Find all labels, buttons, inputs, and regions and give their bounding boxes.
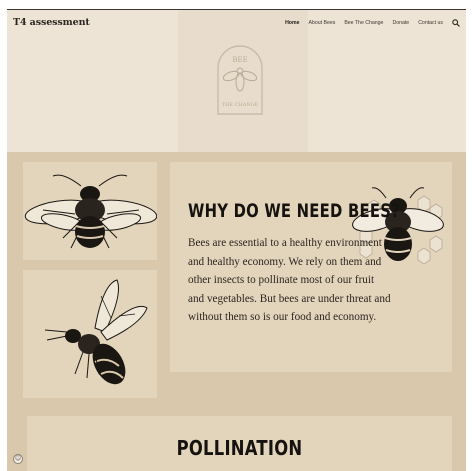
page-frame: BEE THE CHANGE T4 assessment Home About … xyxy=(7,9,466,471)
nav-home[interactable]: Home xyxy=(285,20,299,26)
nav-bee-the-change[interactable]: Bee The Change xyxy=(344,20,383,26)
why-bees-paragraph: Bees are essential to a healthy environm… xyxy=(188,237,391,324)
bumblebee-illustration xyxy=(24,174,157,249)
logo-bottom-text: THE CHANGE xyxy=(222,102,259,108)
nav-contact-us[interactable]: Contact us xyxy=(418,20,443,26)
main-section: WHY DO WE NEED BEES? Bees are essential … xyxy=(7,152,466,471)
pollination-heading: POLLINATION xyxy=(176,436,303,460)
bee-the-change-logo: BEE THE CHANGE xyxy=(210,40,270,115)
logo-top-text: BEE xyxy=(232,56,247,64)
pollination-section: POLLINATION xyxy=(27,416,452,471)
bee-illustration-card-1 xyxy=(23,162,157,260)
site-badge-icon[interactable]: ☺ xyxy=(13,454,23,464)
site-brand[interactable]: T4 assessment xyxy=(13,17,90,28)
site-header: T4 assessment Home About Bees Bee The Ch… xyxy=(7,10,466,34)
search-icon[interactable] xyxy=(452,19,460,27)
nav-about-bees[interactable]: About Bees xyxy=(308,20,335,26)
flying-bee-illustration xyxy=(44,279,148,385)
main-nav: Home About Bees Bee The Change Donate Co… xyxy=(276,19,460,27)
why-bees-card: WHY DO WE NEED BEES? Bees are essential … xyxy=(170,162,452,372)
nav-donate[interactable]: Donate xyxy=(392,20,409,26)
bee-illustration-card-2 xyxy=(23,270,157,398)
why-bees-heading: WHY DO WE NEED BEES? xyxy=(188,200,400,222)
